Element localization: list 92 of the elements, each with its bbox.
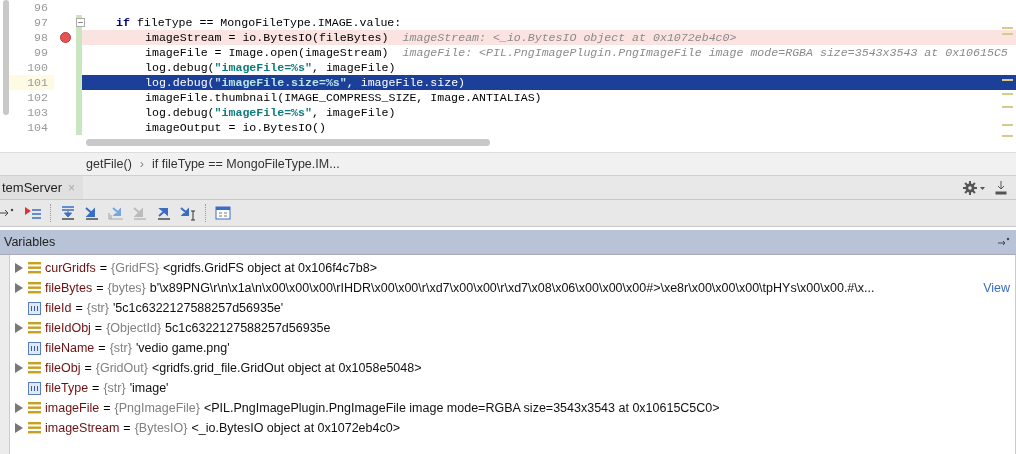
variable-name: fileIdObj xyxy=(45,321,91,335)
object-icon xyxy=(28,322,41,334)
variable-name: curGridfs xyxy=(45,261,96,275)
expand-arrow-icon[interactable] xyxy=(15,323,23,333)
variable-value: <gridfs.grid_file.GridOut object at 0x1058e5048> xyxy=(151,361,422,375)
code-keyword: if xyxy=(116,15,130,30)
line-number: 103 xyxy=(26,105,49,120)
equals-sign: = xyxy=(92,381,100,395)
variable-value: <gridfs.GridFS object at 0x106f4c7b8> xyxy=(162,261,377,275)
line-number: 99 xyxy=(33,45,49,60)
expand-arrow-icon[interactable] xyxy=(15,363,23,373)
scrollbar-thumb[interactable] xyxy=(3,0,9,115)
inline-value-hint: imageFile: <PIL.PngImagePlugin.PngImageFile image mode=RGBA size=3543x3543 at 0x10615C5 xyxy=(402,45,1008,60)
code-text: , imageFile) xyxy=(312,105,396,120)
equals-sign: = xyxy=(98,341,106,355)
code-text: imageFile = Image.open(imageStream) xyxy=(145,45,389,60)
step-over-icon[interactable] xyxy=(59,205,77,221)
variable-value: <_io.BytesIO object at 0x1072eb4c0> xyxy=(191,421,400,435)
object-icon xyxy=(28,402,41,414)
variable-type: {str} xyxy=(103,381,126,395)
variable-name: imageFile xyxy=(45,401,100,415)
inline-value-hint: imageStream: <_io.BytesIO object at 0x1072eb4c0> xyxy=(402,30,737,45)
equals-sign: = xyxy=(99,261,107,275)
minimize-icon[interactable] xyxy=(994,179,1008,196)
line-number: 98 xyxy=(33,30,49,45)
show-execution-point-icon[interactable] xyxy=(24,205,42,221)
line-number: 104 xyxy=(26,120,49,135)
equals-sign: = xyxy=(96,281,104,295)
variable-name: fileBytes xyxy=(45,281,93,295)
object-icon xyxy=(28,362,41,374)
variable-value: 'vedio game.png' xyxy=(135,341,230,355)
line-number: 97 xyxy=(33,15,49,30)
variable-type: {BytesIO} xyxy=(134,421,188,435)
variable-type: {ObjectId} xyxy=(106,321,162,335)
equals-sign: = xyxy=(103,401,111,415)
code-text: , imageFile) xyxy=(312,60,396,75)
equals-sign: = xyxy=(84,361,92,375)
equals-sign: = xyxy=(94,321,103,335)
fold-icon[interactable] xyxy=(76,18,85,27)
arrow-icon[interactable] xyxy=(998,237,1010,247)
variable-type: {bytes} xyxy=(107,281,146,295)
code-text: fileType == MongoFileType.IMAGE.value: xyxy=(135,15,402,30)
code-text: imageFile.thumbnail(IMAGE_COMPRESS_SIZE, Image.ANTIALIAS) xyxy=(145,90,542,105)
run-to-cursor-icon[interactable] xyxy=(179,205,197,221)
step-out-icon[interactable] xyxy=(155,205,173,221)
code-text: log.debug( xyxy=(145,75,215,90)
variable-name: fileObj xyxy=(45,361,81,375)
equals-sign: = xyxy=(123,421,131,435)
variable-value: <PIL.PngImagePlugin.PngImageFile image mode=RGBA size=3543x3543 at 0x10615C5C0> xyxy=(204,401,720,415)
line-number: 102 xyxy=(26,90,49,105)
code-text: imageStream = io.BytesIO(fileBytes) xyxy=(145,30,389,45)
scrollbar-thumb[interactable] xyxy=(86,139,490,146)
code-string: "imageFile=%s" xyxy=(214,105,312,120)
string-icon xyxy=(28,341,41,355)
evaluate-table-icon[interactable] xyxy=(214,205,232,221)
breadcrumb-item[interactable]: getFile() xyxy=(86,157,132,171)
code-text: imageOutput = io.BytesIO() xyxy=(145,120,326,135)
variable-value: 'image' xyxy=(129,381,169,395)
variable-type: {GridFS} xyxy=(111,261,159,275)
breakpoint-icon[interactable] xyxy=(59,32,71,43)
panel-title: Variables xyxy=(4,235,56,249)
variable-type: {str} xyxy=(109,341,132,355)
code-string: "imageFile.size=%s" xyxy=(214,75,347,90)
settings-icon[interactable] xyxy=(962,179,988,196)
line-number: 96 xyxy=(33,0,49,15)
code-string: "imageFile=%s" xyxy=(214,60,312,75)
equals-sign: = xyxy=(75,301,83,315)
variable-type: {str} xyxy=(86,301,109,315)
string-icon xyxy=(28,381,41,395)
line-number: 101 xyxy=(8,75,54,90)
variable-name: fileType xyxy=(45,381,89,395)
code-text: log.debug( xyxy=(145,105,215,120)
breadcrumb-item[interactable]: if fileType == MongoFileType.IM... xyxy=(152,157,340,171)
object-icon xyxy=(28,422,41,434)
line-number: 100 xyxy=(26,60,49,75)
breadcrumb-separator: › xyxy=(139,157,144,171)
variable-value: 5c1c6322127588257d56935e xyxy=(165,321,331,335)
code-text: , imageFile.size) xyxy=(346,75,466,90)
variable-name: fileName xyxy=(45,341,95,355)
variable-type: {PngImageFile} xyxy=(114,401,200,415)
step-into-icon[interactable] xyxy=(83,205,101,221)
variable-value: '5c1c6322127588257d56935e' xyxy=(112,301,284,315)
code-text: log.debug( xyxy=(145,60,215,75)
object-icon xyxy=(28,262,41,274)
variable-value: b'\x89PNG\r\n\x1a\n\x00\x00\x00\rIHDR\x00\x00\r\xd7\x00\x00\r\xd7\x08\x06\x00\x00\x00#>\xe8r\x00\x00\x00\tpHYs\x00\x00.#\x... xyxy=(149,281,875,295)
variable-name: fileId xyxy=(45,301,72,315)
object-icon xyxy=(28,282,41,294)
view-link[interactable]: View xyxy=(983,281,1010,295)
string-icon xyxy=(28,301,41,315)
debug-tab[interactable]: temServer × xyxy=(0,176,83,199)
variable-name: imageStream xyxy=(45,421,120,435)
variable-type: {GridOut} xyxy=(95,361,148,375)
